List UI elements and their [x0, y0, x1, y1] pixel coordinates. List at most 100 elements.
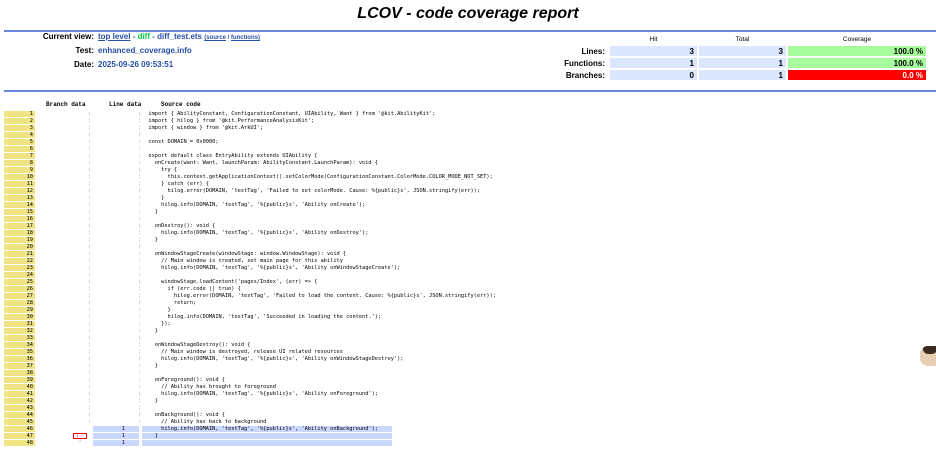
source-line: 41:: hilog.info(DOMAIN, 'testTag', '%{pu… [0, 391, 936, 397]
line-data-cell: : [138, 216, 142, 222]
breadcrumb-separator: - [130, 32, 138, 41]
source-text: try { [142, 167, 178, 173]
source-text: } [142, 237, 158, 243]
source-line: 21:: onWindowStageCreate(windowStage: wi… [0, 251, 936, 257]
source-text: } [142, 307, 171, 313]
line-number: 5 [4, 139, 35, 145]
source-text: // Main window is created, set main page… [142, 258, 343, 264]
summary-coverage: 100.0 % [788, 58, 926, 68]
line-hit-count: 1 [93, 440, 139, 446]
line-number: 4 [4, 132, 35, 138]
source-text: hilog.info(DOMAIN, 'testTag', 'Succeeded… [142, 314, 382, 320]
source-text: } [142, 398, 158, 404]
source-line: 39:: onForeground(): void { [0, 377, 936, 383]
source-text: onDestroy(): void { [142, 223, 216, 229]
functions-link[interactable]: functions) [231, 35, 260, 41]
summary-total: 3 [699, 46, 786, 56]
source-text: hilog.error(DOMAIN, 'testTag', 'Failed t… [142, 293, 496, 299]
line-number: 18 [4, 230, 35, 236]
source-line: 42:: } [0, 398, 936, 404]
branch-data-cell: : [88, 342, 92, 348]
branch-data-cell: : [88, 335, 92, 341]
source-line: 19:: } [0, 237, 936, 243]
source-line: 6:: [0, 146, 936, 152]
source-text: } [142, 209, 158, 215]
breadcrumb-top-level-link[interactable]: top level [98, 32, 130, 41]
line-number: 32 [4, 328, 35, 334]
line-number: 26 [4, 286, 35, 292]
line-number: 47 [4, 433, 35, 439]
branch-data-cell: : [88, 370, 92, 376]
line-hit-count: 1 [93, 433, 139, 439]
source-line: 47 1 [ – ] } [0, 433, 936, 442]
branch-data-cell: : [88, 314, 92, 320]
source-text: hilog.info(DOMAIN, 'testTag', '%{public}… [142, 202, 366, 208]
source-line: 30:: hilog.info(DOMAIN, 'testTag', 'Succ… [0, 314, 936, 320]
summary-label: Lines: [581, 46, 605, 56]
source-line: 20:: [0, 244, 936, 250]
line-number: 43 [4, 405, 35, 411]
source-text: hilog.error(DOMAIN, 'testTag', 'Failed t… [142, 188, 481, 194]
covered-line-highlight [142, 440, 392, 446]
line-number: 44 [4, 412, 35, 418]
summary-hit: 1 [610, 58, 697, 68]
source-text: } [142, 195, 165, 201]
line-number: 35 [4, 349, 35, 355]
branch-data-cell: : [88, 139, 92, 145]
source-text: import { window } from '@kit.ArkUI'; [142, 125, 264, 131]
branch-data-cell: : [88, 272, 92, 278]
branch-data-cell: : [88, 293, 92, 299]
col-total-header: Total [735, 35, 750, 43]
source-text: hilog.info(DOMAIN, 'testTag', '%{public}… [142, 230, 369, 236]
source-text: } [142, 433, 158, 439]
line-number: 24 [4, 272, 35, 278]
line-number: 23 [4, 265, 35, 271]
line-number: 16 [4, 216, 35, 222]
branch-data-cell: : [88, 265, 92, 271]
branch-data-cell: : [88, 356, 92, 362]
branch-data-cell: : [88, 209, 92, 215]
branch-data-cell: : [88, 398, 92, 404]
line-number: 37 [4, 363, 35, 369]
source-text: hilog.info(DOMAIN, 'testTag', '%{public}… [142, 391, 378, 397]
branch-data-cell: : [88, 286, 92, 292]
source-link[interactable]: (source [204, 35, 226, 41]
line-number: 29 [4, 307, 35, 313]
summary-row-functions: Functions: 1 1 100.0 % [522, 58, 926, 68]
source-line: 4:: [0, 132, 936, 138]
source-text: }); [142, 321, 171, 327]
source-text: hilog.info(DOMAIN, 'testTag', '%{public}… [142, 265, 401, 271]
source-line: 18:: hilog.info(DOMAIN, 'testTag', '%{pu… [0, 230, 936, 236]
summary-coverage: 0.0 % [788, 70, 926, 80]
line-data-cell: : [138, 244, 142, 250]
source-line: 29:: } [0, 307, 936, 313]
source-text: const DOMAIN = 0x0000; [142, 139, 219, 145]
col-coverage-header: Coverage [842, 35, 872, 43]
breadcrumb-diff[interactable]: diff [138, 32, 150, 41]
source-line: 24:: [0, 272, 936, 278]
branch-data-cell: : [88, 258, 92, 264]
line-number: 21 [4, 251, 35, 257]
branch-data-cell: : [88, 405, 92, 411]
source-text: onWindowStageDestroy(): void { [142, 342, 251, 348]
line-number: 33 [4, 335, 35, 341]
source-text: windowStage.loadContent('pages/Index', (… [142, 279, 318, 285]
line-number: 13 [4, 195, 35, 201]
branch-data-cell: : [88, 300, 92, 306]
source-line: 33:: [0, 335, 936, 341]
line-number: 22 [4, 258, 35, 264]
line-data-cell: : [138, 272, 142, 278]
branch-data-cell: : [88, 146, 92, 152]
source-line: 14:: hilog.info(DOMAIN, 'testTag', '%{pu… [0, 202, 936, 208]
line-number: 45 [4, 419, 35, 425]
line-data-header: Line data [109, 101, 142, 108]
source-line: 38:: [0, 370, 936, 376]
source-line: 25:: windowStage.loadContent('pages/Inde… [0, 279, 936, 285]
breadcrumb-file: diff_test.ets [157, 32, 203, 41]
source-line: 31:: }); [0, 321, 936, 327]
date-label: Date: [73, 60, 94, 69]
source-text: import { AbilityConstant, ConfigurationC… [142, 111, 436, 117]
page-title: LCOV - code coverage report [357, 5, 579, 22]
breadcrumb: top level - diff - diff_test.ets (source… [98, 32, 260, 41]
floating-assistant-avatar[interactable] [920, 346, 936, 366]
